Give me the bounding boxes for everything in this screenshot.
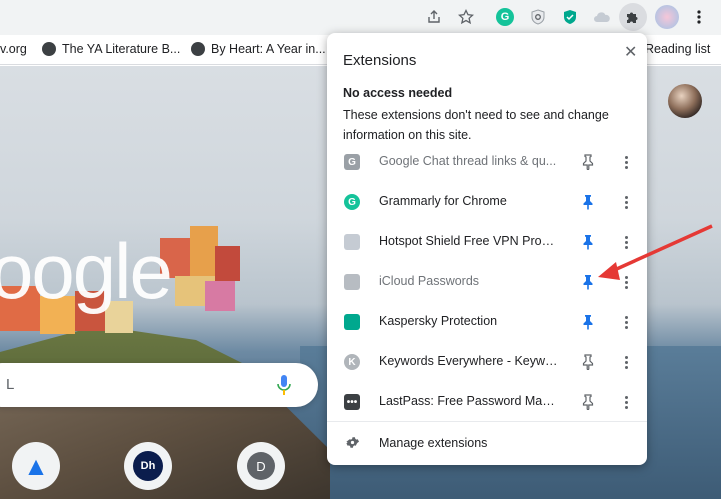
bookmark-item[interactable]: By Heart: A Year in... xyxy=(191,42,326,56)
manage-extensions-label: Manage extensions xyxy=(379,436,488,450)
shortcut-tile[interactable]: ▲ xyxy=(12,442,60,490)
bookmark-label: The YA Literature B... xyxy=(62,42,181,56)
pin-icon[interactable] xyxy=(582,354,594,371)
microphone-icon[interactable] xyxy=(277,374,291,401)
profile-icon[interactable] xyxy=(655,5,679,29)
popup-title: Extensions xyxy=(343,52,417,69)
more-options-icon[interactable] xyxy=(624,314,628,330)
bookmark-item[interactable]: v.org xyxy=(0,42,27,56)
google-logo: oogle xyxy=(0,227,173,315)
share-icon[interactable] xyxy=(423,6,445,28)
extensions-menu: Extensions ✕ No access needed These exte… xyxy=(327,33,647,465)
divider xyxy=(327,421,647,422)
extension-icon xyxy=(344,314,360,330)
globe-icon xyxy=(191,42,205,56)
extension-icon: K xyxy=(344,354,360,370)
grammarly-icon[interactable]: G xyxy=(496,8,514,26)
extension-row[interactable]: G Google Chat thread links & qu... xyxy=(327,142,647,182)
bookmark-label: By Heart: A Year in... xyxy=(211,42,326,56)
extension-name: Kaspersky Protection xyxy=(379,314,498,328)
extension-icon: G xyxy=(344,194,360,210)
shortcut-tile[interactable]: D xyxy=(237,442,285,490)
bookmark-star-icon[interactable] xyxy=(455,6,477,28)
pin-icon[interactable] xyxy=(582,234,594,250)
extension-row[interactable]: Hotspot Shield Free VPN Proxy... xyxy=(327,222,647,262)
extensions-puzzle-icon[interactable] xyxy=(619,3,647,31)
extension-row[interactable]: Kaspersky Protection xyxy=(327,302,647,342)
more-options-icon[interactable] xyxy=(624,154,628,170)
manage-extensions-button[interactable]: Manage extensions xyxy=(327,425,647,461)
search-placeholder: L xyxy=(6,376,15,393)
pin-icon[interactable] xyxy=(582,274,594,290)
extension-name: LastPass: Free Password Manager xyxy=(379,394,559,408)
bookmark-item[interactable]: The YA Literature B... xyxy=(42,42,180,56)
pin-icon[interactable] xyxy=(582,314,594,330)
hotspot-shield-icon[interactable] xyxy=(527,6,549,28)
extension-row[interactable]: ••• LastPass: Free Password Manager xyxy=(327,382,647,422)
extension-name: Hotspot Shield Free VPN Proxy... xyxy=(379,234,559,248)
more-options-icon[interactable] xyxy=(624,234,628,250)
extension-icon xyxy=(344,274,360,290)
extension-row[interactable]: iCloud Passwords xyxy=(327,262,647,302)
more-options-icon[interactable] xyxy=(624,354,628,370)
extension-row[interactable]: G Grammarly for Chrome xyxy=(327,182,647,222)
avatar[interactable] xyxy=(668,84,702,118)
extension-name: Grammarly for Chrome xyxy=(379,194,507,208)
menu-icon[interactable] xyxy=(688,6,710,28)
more-options-icon[interactable] xyxy=(624,274,628,290)
shortcut-icon: D xyxy=(247,452,275,480)
globe-icon xyxy=(42,42,56,56)
shortcut-icon: ▲ xyxy=(23,450,49,481)
extension-name: iCloud Passwords xyxy=(379,274,480,288)
search-box[interactable]: L xyxy=(0,363,318,407)
pin-icon[interactable] xyxy=(582,194,594,210)
reading-list-button[interactable]: Reading list xyxy=(645,42,710,56)
gear-icon xyxy=(346,436,359,454)
extension-icon xyxy=(344,234,360,250)
pin-icon[interactable] xyxy=(582,394,594,411)
browser-toolbar: G xyxy=(0,0,721,35)
section-title: No access needed xyxy=(343,86,453,100)
kaspersky-icon[interactable] xyxy=(559,6,581,28)
close-icon[interactable]: ✕ xyxy=(624,42,637,62)
extension-name: Google Chat thread links & qu... xyxy=(379,154,557,168)
section-description: These extensions don't need to see and c… xyxy=(343,108,609,142)
pin-icon[interactable] xyxy=(582,154,594,171)
more-options-icon[interactable] xyxy=(624,394,628,410)
extension-name: Keywords Everywhere - Keywor... xyxy=(379,354,559,368)
more-options-icon[interactable] xyxy=(624,194,628,210)
extension-icon: G xyxy=(344,154,360,170)
bookmark-label: v.org xyxy=(0,42,27,56)
shortcut-tile[interactable]: Dh xyxy=(124,442,172,490)
shortcut-icon: Dh xyxy=(133,451,163,481)
extension-row[interactable]: K Keywords Everywhere - Keywor... xyxy=(327,342,647,382)
reading-list-label: Reading list xyxy=(645,42,711,56)
icloud-icon[interactable] xyxy=(591,6,613,28)
extension-icon: ••• xyxy=(344,394,360,410)
